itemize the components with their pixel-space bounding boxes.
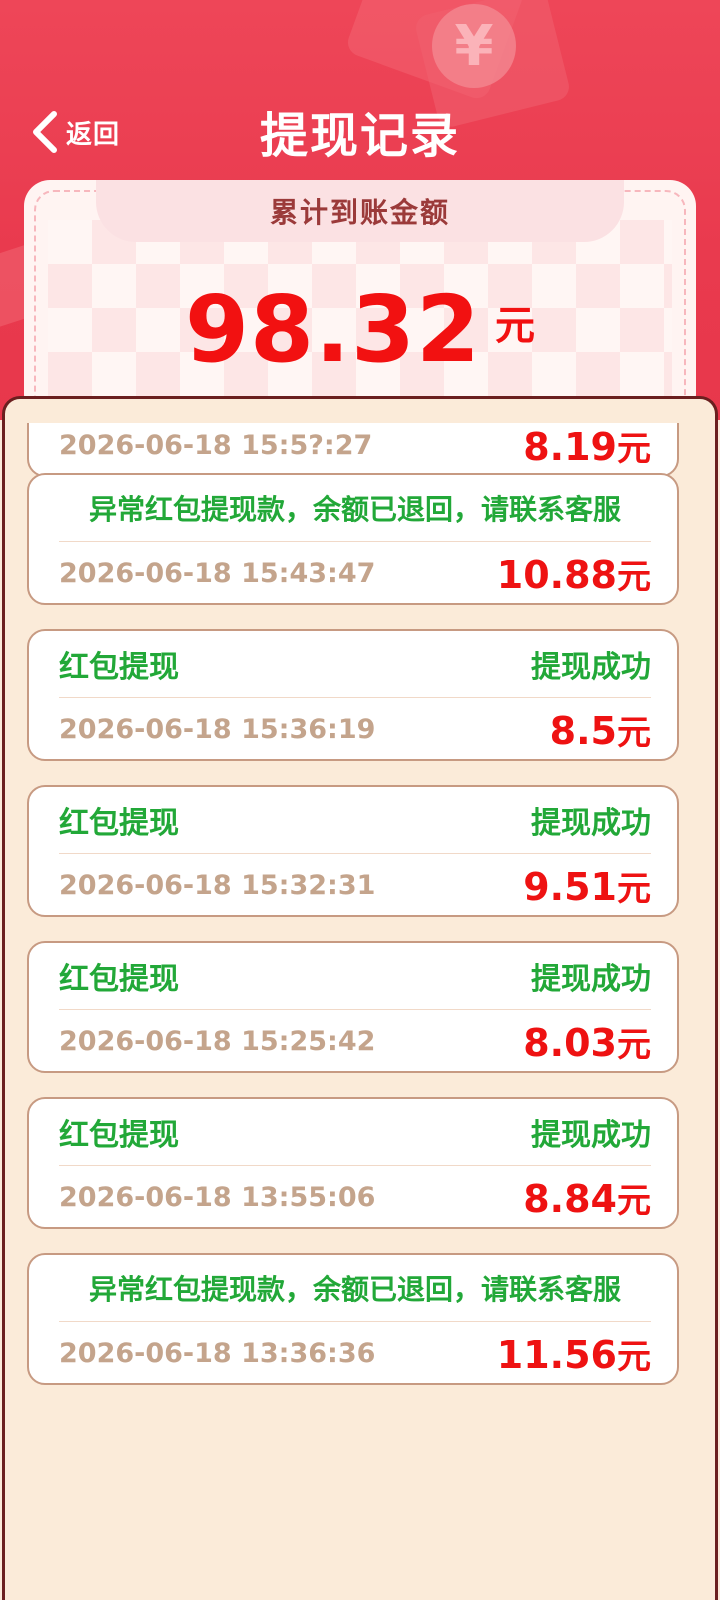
- record-item[interactable]: 红包提现 提现成功 2026-06-18 15:36:19 8.5元: [27, 629, 679, 761]
- total-received-card: 累计到账金额 98.32 元: [24, 180, 696, 420]
- record-type: 红包提现: [59, 650, 179, 685]
- record-time: 2026-06-18 15:5?:27: [59, 429, 373, 461]
- record-status: 提现成功: [531, 806, 651, 841]
- record-type: 红包提现: [59, 962, 179, 997]
- total-amount-unit: 元: [495, 303, 535, 349]
- page-title: 提现记录: [259, 108, 460, 164]
- record-amount: 8.84元: [523, 1176, 651, 1221]
- record-item[interactable]: 红包提现 提现成功 2026-06-18 15:32:31 9.51元: [27, 785, 679, 917]
- decor-yuan-coin-icon: ¥: [432, 4, 516, 88]
- record-item[interactable]: 异常红包提现款，余额已退回，请联系客服 2026-06-18 13:36:36 …: [27, 1253, 679, 1385]
- record-item[interactable]: 红包提现 提现成功 2026-06-18 15:25:42 8.03元: [27, 941, 679, 1073]
- total-received-amount: 98.32 元: [24, 276, 696, 383]
- record-amount: 10.88元: [496, 552, 651, 597]
- record-status: 提现成功: [531, 650, 651, 685]
- record-amount: 8.19元: [523, 424, 651, 469]
- record-amount: 9.51元: [523, 864, 651, 909]
- total-amount-value: 98.32: [184, 276, 481, 383]
- record-type: 红包提现: [59, 1118, 179, 1153]
- record-type: 红包提现: [59, 806, 179, 841]
- record-time: 2026-06-18 15:25:42: [59, 1025, 376, 1057]
- record-item[interactable]: 红包提现 提现成功 2026-06-18 13:55:06 8.84元: [27, 1097, 679, 1229]
- record-item[interactable]: 红包提现 2026-06-18 15:5?:27 8.19元: [27, 423, 679, 477]
- record-time: 2026-06-18 13:55:06: [59, 1181, 376, 1213]
- record-item[interactable]: 异常红包提现款，余额已退回，请联系客服 2026-06-18 15:43:47 …: [27, 473, 679, 605]
- record-status: 提现成功: [531, 962, 651, 997]
- withdrawal-record-list[interactable]: 红包提现 2026-06-18 15:5?:27 8.19元 异常红包提现款，余…: [2, 396, 718, 1600]
- record-time: 2026-06-18 15:43:47: [59, 557, 376, 589]
- record-time: 2026-06-18 15:32:31: [59, 869, 376, 901]
- record-status: 异常红包提现款，余额已退回，请联系客服: [88, 1273, 621, 1306]
- total-received-label: 累计到账金额: [96, 180, 624, 242]
- record-amount: 11.56元: [496, 1332, 651, 1377]
- record-list-scroll[interactable]: 红包提现 2026-06-18 15:5?:27 8.19元 异常红包提现款，余…: [5, 423, 715, 1600]
- record-status: 提现成功: [531, 1118, 651, 1153]
- record-amount: 8.03元: [523, 1020, 651, 1065]
- record-amount: 8.5元: [549, 708, 651, 753]
- record-time: 2026-06-18 15:36:19: [59, 713, 376, 745]
- record-time: 2026-06-18 13:36:36: [59, 1337, 376, 1369]
- record-status: 异常红包提现款，余额已退回，请联系客服: [88, 493, 621, 526]
